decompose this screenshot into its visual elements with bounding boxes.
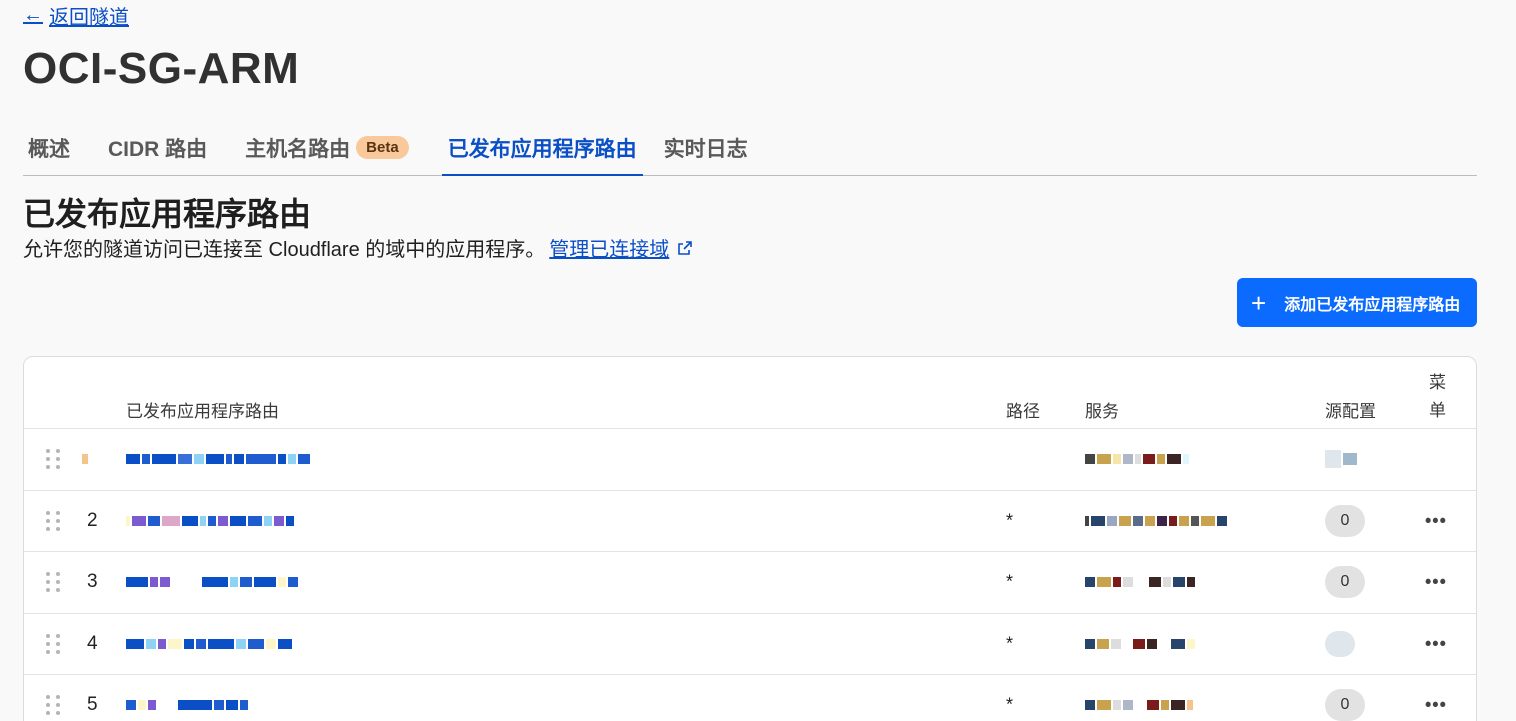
- route-path: *: [1006, 633, 1014, 654]
- tab-label: 概述: [28, 137, 70, 161]
- row-menu-icon[interactable]: •••: [1425, 633, 1447, 654]
- section-title: 已发布应用程序路由: [23, 196, 312, 232]
- row-menu-icon[interactable]: •••: [1425, 572, 1447, 593]
- header-menu: 菜单: [1429, 373, 1446, 420]
- tab-live-logs[interactable]: 实时日志: [659, 120, 765, 175]
- service-redacted: [1085, 513, 1229, 529]
- page-title: OCI-SG-ARM: [23, 44, 300, 93]
- table-row[interactable]: 2 * 0 •••: [24, 491, 1476, 552]
- tab-label: 已发布应用程序路由: [447, 137, 637, 161]
- header-service: 服务: [1085, 402, 1119, 421]
- back-link-label: 返回隧道: [49, 7, 129, 29]
- tab-bar: 概述 CIDR 路由 主机名路由 Beta 已发布应用程序路由 实时日志: [23, 120, 1477, 176]
- description-text: 允许您的隧道访问已连接至 Cloudflare 的域中的应用程序。: [23, 239, 546, 261]
- service-redacted: [1085, 451, 1191, 467]
- origin-config-count[interactable]: 0: [1325, 504, 1365, 537]
- route-hostname-redacted: [126, 513, 296, 529]
- table-row[interactable]: 5 * 0 •••: [24, 675, 1476, 721]
- service-redacted: [1085, 636, 1197, 652]
- drag-handle-icon[interactable]: [46, 695, 60, 716]
- origin-redacted: [1325, 450, 1359, 469]
- table-row[interactable]: [24, 429, 1476, 491]
- route-hostname-redacted: [126, 574, 300, 590]
- origin-config-count[interactable]: 0: [1325, 689, 1365, 721]
- routes-table: 已发布应用程序路由 路径 服务 源配置 菜单 2 * 0 ••• 3 * 0 •…: [23, 356, 1477, 721]
- section-description: 允许您的隧道访问已连接至 Cloudflare 的域中的应用程序。 管理已连接域: [23, 233, 693, 262]
- tab-overview[interactable]: 概述: [23, 120, 87, 175]
- route-path: *: [1006, 694, 1014, 715]
- service-redacted: [1085, 697, 1195, 713]
- add-published-route-button[interactable]: + 添加已发布应用程序路由: [1237, 278, 1477, 327]
- drag-handle-icon[interactable]: [46, 449, 60, 470]
- add-button-label: 添加已发布应用程序路由: [1284, 296, 1461, 314]
- table-row[interactable]: 4 * •••: [24, 614, 1476, 675]
- drag-handle-icon[interactable]: [46, 633, 60, 654]
- origin-config-count[interactable]: 0: [1325, 566, 1365, 599]
- beta-badge: Beta: [356, 136, 409, 159]
- drag-handle-icon[interactable]: [46, 572, 60, 593]
- row-number: 5: [87, 694, 98, 716]
- route-hostname-redacted: [126, 636, 294, 652]
- row-number: 3: [87, 571, 98, 593]
- route-path: *: [1006, 571, 1014, 592]
- row-menu-icon[interactable]: •••: [1425, 695, 1447, 716]
- header-origin-config: 源配置: [1325, 402, 1376, 421]
- tab-label: 实时日志: [663, 137, 748, 161]
- service-redacted: [1085, 574, 1197, 590]
- row-number: 2: [87, 509, 98, 531]
- header-path: 路径: [1006, 402, 1040, 421]
- external-link-icon: [678, 240, 693, 255]
- drag-handle-icon[interactable]: [46, 510, 60, 531]
- plus-icon: +: [1251, 287, 1267, 318]
- row-number: 4: [87, 632, 98, 654]
- manage-domains-link[interactable]: 管理已连接域: [549, 233, 669, 262]
- table-header: 已发布应用程序路由 路径 服务 源配置 菜单: [24, 357, 1476, 429]
- back-to-tunnels-link[interactable]: ← 返回隧道: [23, 1, 129, 30]
- route-hostname-redacted: [126, 451, 312, 467]
- tab-hostname-routes[interactable]: 主机名路由 Beta: [240, 120, 426, 175]
- tab-published-app-routes[interactable]: 已发布应用程序路由: [441, 120, 643, 176]
- tab-label: 主机名路由: [245, 137, 351, 161]
- origin-redacted: [1325, 630, 1357, 657]
- arrow-left-icon: ←: [23, 4, 43, 26]
- row-marker: [82, 451, 90, 467]
- row-menu-icon[interactable]: •••: [1425, 510, 1447, 531]
- header-route: 已发布应用程序路由: [126, 402, 279, 421]
- tab-cidr-routes[interactable]: CIDR 路由: [103, 120, 224, 175]
- table-row[interactable]: 3 * 0 •••: [24, 552, 1476, 614]
- route-path: *: [1006, 510, 1014, 531]
- route-hostname-redacted: [126, 697, 250, 713]
- tab-label: CIDR 路由: [108, 137, 208, 161]
